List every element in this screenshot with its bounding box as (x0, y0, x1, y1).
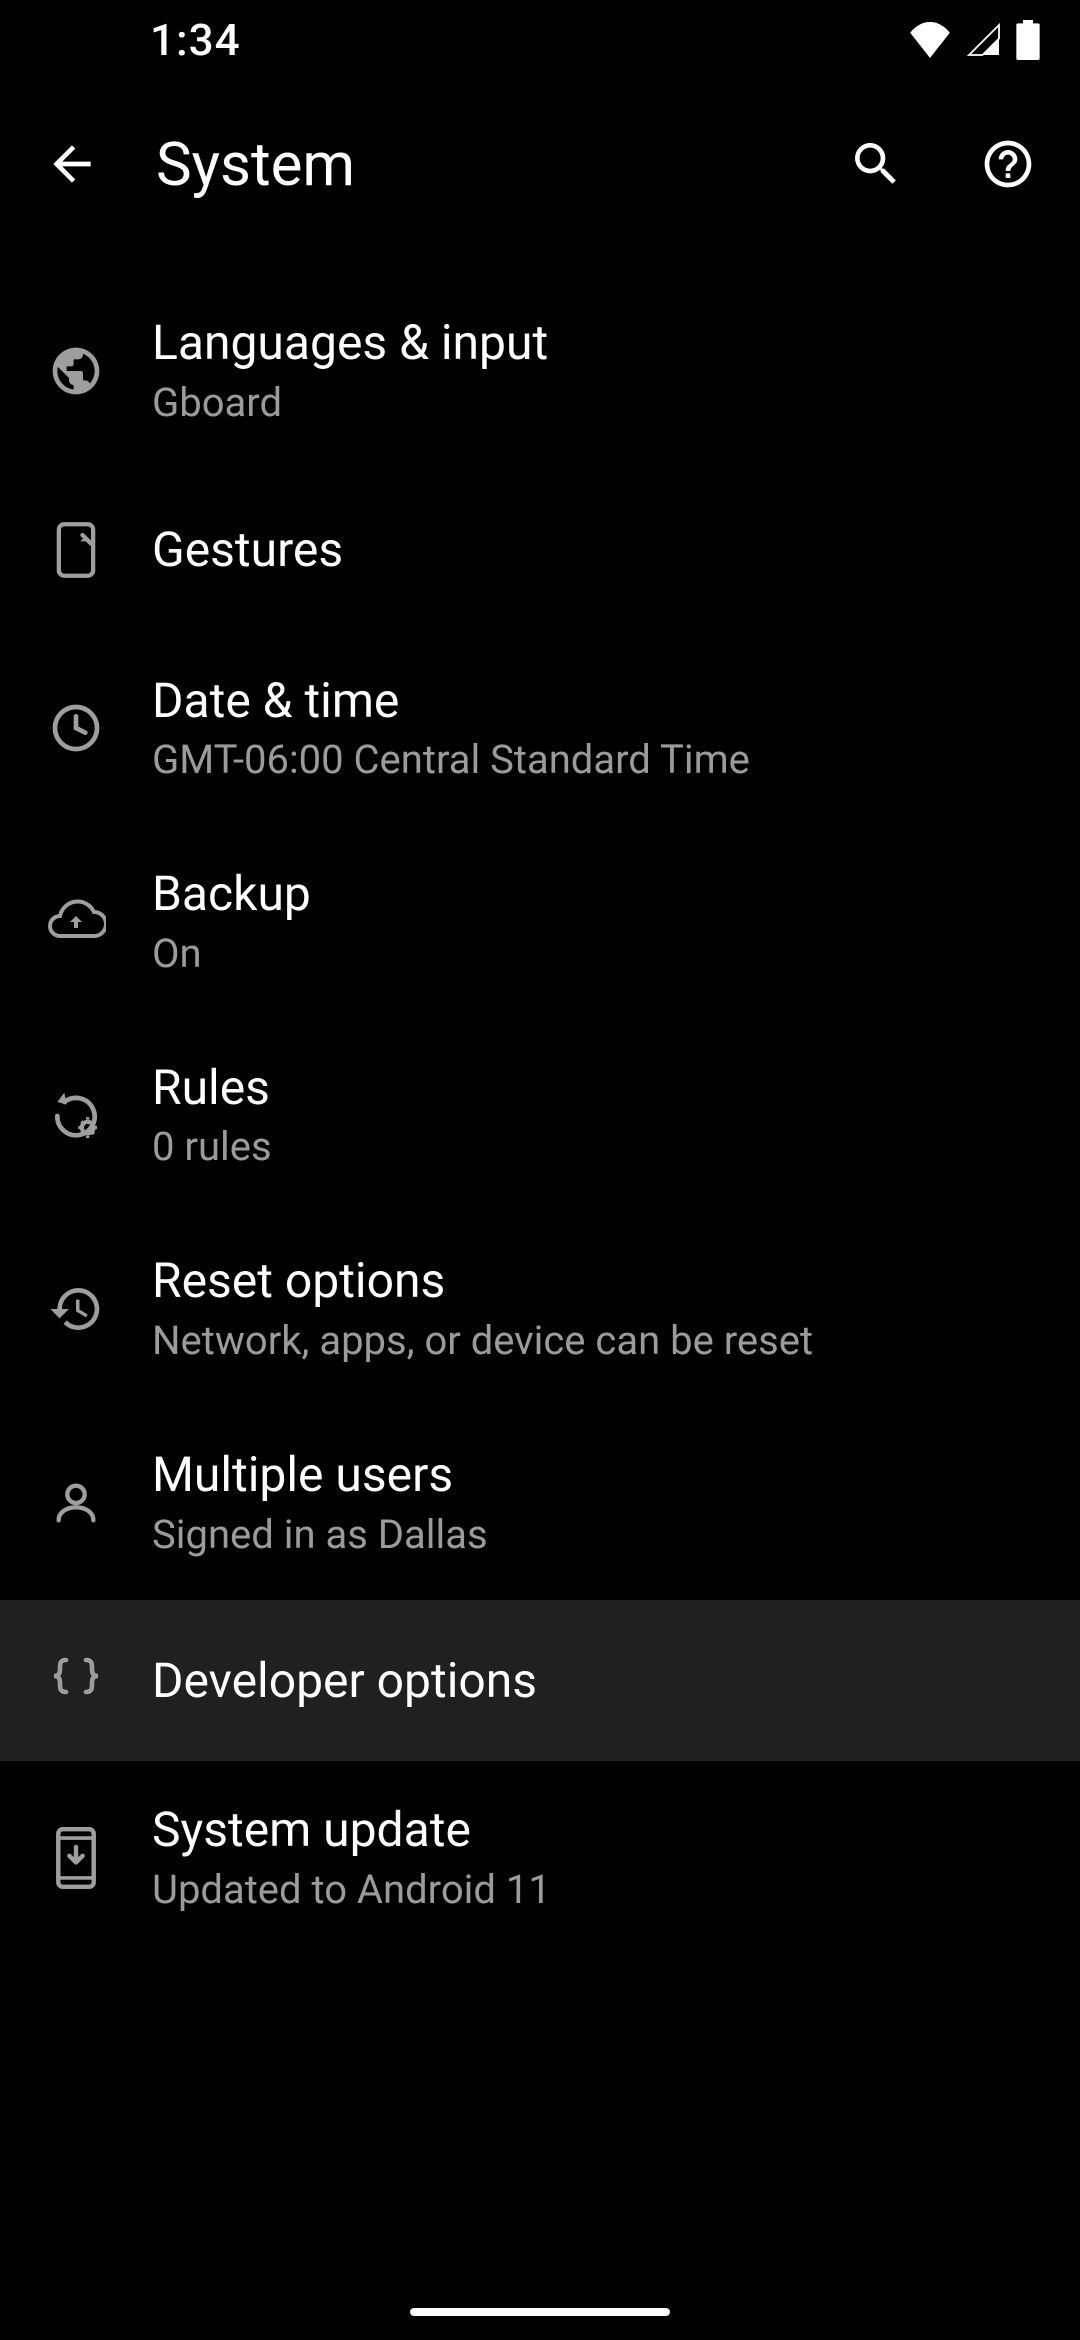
list-item-title: Developer options (152, 1652, 1040, 1710)
list-item-text: Reset options Network, apps, or device c… (152, 1252, 1080, 1366)
list-item-text: Multiple users Signed in as Dallas (152, 1446, 1080, 1560)
list-item-backup[interactable]: Backup On (0, 825, 1080, 1019)
list-item-subtitle: 0 rules (152, 1122, 1040, 1172)
list-item-rules[interactable]: Rules 0 rules (0, 1019, 1080, 1213)
list-item-languages-input[interactable]: Languages & input Gboard (0, 274, 1080, 468)
list-item-title: System update (152, 1801, 1040, 1859)
list-item-text: System update Updated to Android 11 (152, 1801, 1080, 1915)
list-item-text: Date & time GMT-06:00 Central Standard T… (152, 672, 1080, 786)
list-item-title: Languages & input (152, 314, 1040, 372)
gesture-icon (0, 520, 152, 580)
status-icons (908, 20, 1040, 60)
list-item-gestures[interactable]: Gestures (0, 468, 1080, 632)
list-item-subtitle: Signed in as Dallas (152, 1510, 1040, 1560)
list-item-subtitle: Network, apps, or device can be reset (152, 1316, 1040, 1366)
list-item-text: Gestures (152, 521, 1080, 579)
list-item-title: Rules (152, 1059, 1040, 1117)
list-item-text: Backup On (152, 865, 1080, 979)
list-item-reset-options[interactable]: Reset options Network, apps, or device c… (0, 1212, 1080, 1406)
system-update-icon (0, 1827, 152, 1889)
braces-icon (0, 1654, 152, 1706)
globe-icon (0, 343, 152, 399)
list-item-text: Languages & input Gboard (152, 314, 1080, 428)
clock-icon (0, 700, 152, 756)
gesture-nav-handle[interactable] (410, 2308, 670, 2316)
restore-icon (0, 1281, 152, 1337)
status-time: 1:34 (150, 14, 241, 66)
search-icon (848, 136, 904, 192)
list-item-title: Gestures (152, 521, 1040, 579)
list-item-date-time[interactable]: Date & time GMT-06:00 Central Standard T… (0, 632, 1080, 826)
page-title: System (156, 129, 792, 200)
battery-icon (1016, 20, 1040, 60)
list-item-developer-options[interactable]: Developer options (0, 1600, 1080, 1762)
list-item-subtitle: Gboard (152, 378, 1040, 428)
list-item-title: Reset options (152, 1252, 1040, 1310)
back-button[interactable] (24, 116, 120, 212)
settings-list: Languages & input Gboard Gestures Date &… (0, 248, 1080, 1955)
list-item-system-update[interactable]: System update Updated to Android 11 (0, 1761, 1080, 1955)
help-button[interactable] (960, 116, 1056, 212)
rules-icon (0, 1088, 152, 1144)
status-bar: 1:34 (0, 0, 1080, 80)
help-icon (980, 136, 1036, 192)
cellular-icon (966, 22, 1002, 58)
search-button[interactable] (828, 116, 924, 212)
cloud-upload-icon (0, 898, 152, 946)
list-item-text: Rules 0 rules (152, 1059, 1080, 1173)
person-icon (0, 1477, 152, 1529)
list-item-title: Date & time (152, 672, 1040, 730)
list-item-subtitle: On (152, 929, 1040, 979)
wifi-icon (908, 22, 952, 58)
list-item-subtitle: Updated to Android 11 (152, 1865, 1040, 1915)
app-bar: System (0, 80, 1080, 248)
list-item-text: Developer options (152, 1652, 1080, 1710)
list-item-multiple-users[interactable]: Multiple users Signed in as Dallas (0, 1406, 1080, 1600)
arrow-back-icon (44, 136, 100, 192)
list-item-subtitle: GMT-06:00 Central Standard Time (152, 735, 1040, 785)
list-item-title: Multiple users (152, 1446, 1040, 1504)
list-item-title: Backup (152, 865, 1040, 923)
